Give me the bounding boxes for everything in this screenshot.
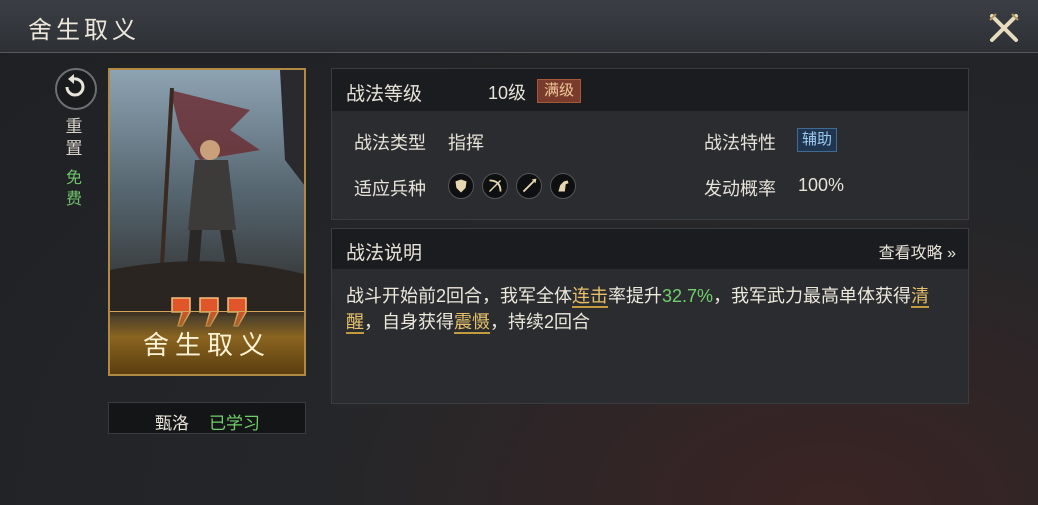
card-name: 舍生取义: [142, 331, 271, 361]
level-value: 10级: [488, 83, 527, 103]
learned-bar: 甄洛 已学习: [108, 402, 306, 434]
title-bar: 舍生取义: [0, 0, 1038, 53]
description-header: 战法说明 查看攻略 »: [332, 229, 968, 269]
horse-icon: [550, 173, 576, 199]
max-level-badge: 满级: [537, 79, 582, 103]
view-guide-link[interactable]: 查看攻略 »: [879, 239, 956, 263]
general-name: 甄洛: [155, 414, 189, 433]
level-label: 战法等级: [346, 84, 423, 105]
tactic-info-panel: 战法等级 10级 满级 战法类型 指挥 战法特性 辅助 适应兵种 发动概率 10…: [331, 68, 969, 220]
reset-label: 重置: [65, 117, 83, 158]
free-label: 免费: [65, 170, 82, 208]
tactic-card: 舍生取义: [108, 68, 306, 376]
bow-icon: [482, 173, 508, 199]
desc-seg1: 战斗开始前2回合，我军全体: [346, 286, 573, 306]
learn-status: 已学习: [209, 414, 260, 433]
combo-rate-value: 32.7%: [662, 286, 714, 306]
desc-seg2: 率提升: [608, 286, 663, 306]
prob-value: 100%: [798, 175, 845, 195]
type-value: 指挥: [448, 133, 484, 153]
description-label: 战法说明: [346, 243, 423, 264]
trait-label: 战法特性: [704, 133, 776, 153]
type-label: 战法类型: [354, 133, 426, 153]
keyword-deter[interactable]: 震慑: [454, 312, 490, 334]
shield-icon: [448, 173, 474, 199]
description-panel: 战法说明 查看攻略 » 战斗开始前2回合，我军全体连击率提升32.7%，我军武力…: [331, 228, 969, 404]
level-header: 战法等级 10级 满级: [332, 69, 968, 111]
description-text: 战斗开始前2回合，我军全体连击率提升32.7%，我军武力最高单体获得清醒，自身获…: [346, 283, 958, 335]
trait-badge: 辅助: [797, 128, 838, 152]
reset-button[interactable]: [55, 68, 97, 110]
close-icon[interactable]: [986, 10, 1022, 46]
undo-icon: [65, 74, 85, 97]
prob-label: 发动概率: [704, 179, 776, 199]
desc-seg5: ，持续2回合: [490, 312, 591, 332]
keyword-combo[interactable]: 连击: [572, 286, 609, 308]
spear-icon: [516, 173, 542, 199]
desc-seg3: ，我军武力最高单体获得: [713, 286, 912, 306]
card-illustration: [110, 70, 304, 316]
window-title: 舍生取义: [28, 16, 140, 44]
card-name-plate: 舍生取义: [110, 311, 304, 374]
troops-label: 适应兵种: [354, 179, 426, 199]
desc-seg4: ，自身获得: [364, 312, 454, 332]
